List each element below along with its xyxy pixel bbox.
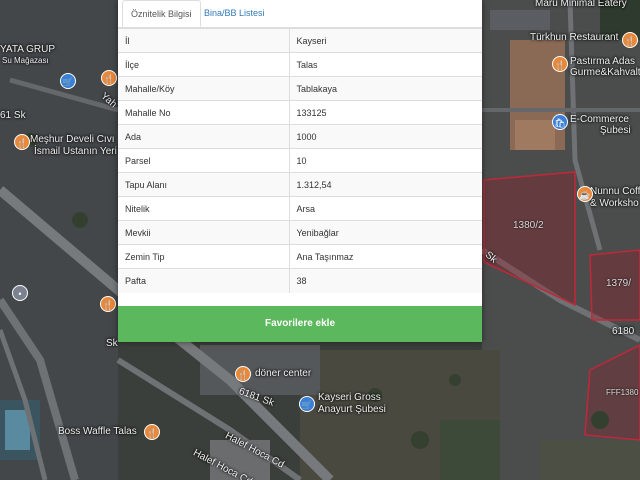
attribute-value: 38 [289, 268, 482, 293]
tab-bina-bb-listesi[interactable]: Bina/BB Listesi [196, 0, 273, 27]
map-label-nunnu: Nunnu Coff [590, 186, 640, 197]
table-row: Zemin Tip Ana Taşınmaz [118, 244, 482, 269]
attribute-key: İl [118, 28, 290, 53]
map-label-anayurt: Anayurt Şubesi [318, 404, 386, 415]
table-row: Ada 1000 [118, 124, 482, 149]
pin-icon[interactable]: • [12, 285, 28, 301]
parcel-label-fff1380[interactable]: FFF1380 [606, 388, 638, 397]
table-row: Pafta 38 [118, 268, 482, 293]
restaurant-icon[interactable]: 🍴 [101, 70, 117, 86]
attribute-value: Ana Taşınmaz [289, 244, 482, 269]
table-row: Mevkii Yenibağlar [118, 220, 482, 245]
shopping-bag-icon[interactable]: 🛍 [552, 114, 568, 130]
attribute-value: 1.312,54 [289, 172, 482, 197]
map-label-yata: YATA GRUP [0, 44, 56, 55]
map-label-6180: 6180 [612, 326, 635, 337]
attribute-key: Ada [118, 124, 290, 149]
map-label-boss: Boss Waffle Talas [58, 426, 137, 437]
restaurant-icon[interactable]: 🍴 [235, 366, 251, 382]
table-row: İlçe Talas [118, 52, 482, 77]
restaurant-icon[interactable]: 🍴 [552, 56, 568, 72]
attribute-key: Parsel [118, 148, 290, 173]
tab-bar: Öznitelik Bilgisi Bina/BB Listesi [118, 0, 482, 28]
attribute-key: Zemin Tip [118, 244, 290, 269]
attribute-value: Arsa [289, 196, 482, 221]
map-label-magaza: Su Mağazası [2, 56, 49, 65]
map-label-maru: Maru Minimal Eatery [535, 0, 627, 9]
map-label-gurme: Gurme&Kahvalt [570, 67, 640, 78]
attribute-key: Nitelik [118, 196, 290, 221]
parcel-label-1380-2[interactable]: 1380/2 [513, 220, 544, 231]
attribute-key: Mahalle No [118, 100, 290, 125]
add-to-favorites-button[interactable]: Favorilere ekle [118, 306, 482, 342]
map-label-61sk: 61 Sk [0, 110, 26, 121]
attribute-table: İl Kayseri İlçe Talas Mahalle/Köy Tablak… [118, 28, 482, 293]
attribute-key: İlçe [118, 52, 290, 77]
map-label-subesi: Şubesi [600, 125, 631, 136]
tab-oznitelik-bilgisi[interactable]: Öznitelik Bilgisi [122, 0, 201, 27]
table-row: Mahalle/Köy Tablakaya [118, 76, 482, 101]
table-row: Parsel 10 [118, 148, 482, 173]
table-row: Nitelik Arsa [118, 196, 482, 221]
attribute-key: Tapu Alanı [118, 172, 290, 197]
map-label-doner: döner center [255, 368, 312, 379]
parcel-info-panel: Öznitelik Bilgisi Bina/BB Listesi İl Kay… [118, 0, 482, 342]
map-label-sk-2: Sk [106, 338, 118, 349]
map-label-kayseri-gross: Kayseri Gross [318, 392, 381, 403]
map-label-turkhun: Türkhun Restaurant [530, 32, 619, 43]
parcel-label-1379[interactable]: 1379/ [606, 278, 631, 289]
attribute-key: Mahalle/Köy [118, 76, 290, 101]
attribute-key: Mevkii [118, 220, 290, 245]
attribute-value: 1000 [289, 124, 482, 149]
shopping-cart-icon[interactable]: 🛒 [60, 73, 76, 89]
map-label-workshop: & Worksho [590, 198, 639, 209]
table-row: Tapu Alanı 1.312,54 [118, 172, 482, 197]
shopping-cart-icon[interactable]: 🛒 [299, 396, 315, 412]
map-label-ismail: İsmail Ustanın Yeri [34, 146, 117, 157]
cafe-icon[interactable]: ☕ [577, 186, 593, 202]
attribute-value: 10 [289, 148, 482, 173]
attribute-value: Talas [289, 52, 482, 77]
map-label-meshur: Meşhur Develi Cıvı [30, 134, 115, 145]
map-label-eticaret: E-Commerce [570, 114, 629, 125]
attribute-value: Kayseri [289, 28, 482, 53]
attribute-key: Pafta [118, 268, 290, 293]
restaurant-icon[interactable]: 🍴 [14, 134, 30, 150]
restaurant-icon[interactable]: 🍴 [100, 296, 116, 312]
attribute-value: Yenibağlar [289, 220, 482, 245]
attribute-value: 133125 [289, 100, 482, 125]
restaurant-icon[interactable]: 🍴 [144, 424, 160, 440]
table-row: İl Kayseri [118, 28, 482, 53]
restaurant-icon[interactable]: 🍴 [622, 32, 638, 48]
map-label-pastirma: Pastırma Adas [570, 56, 636, 67]
table-row: Mahalle No 133125 [118, 100, 482, 125]
attribute-value: Tablakaya [289, 76, 482, 101]
